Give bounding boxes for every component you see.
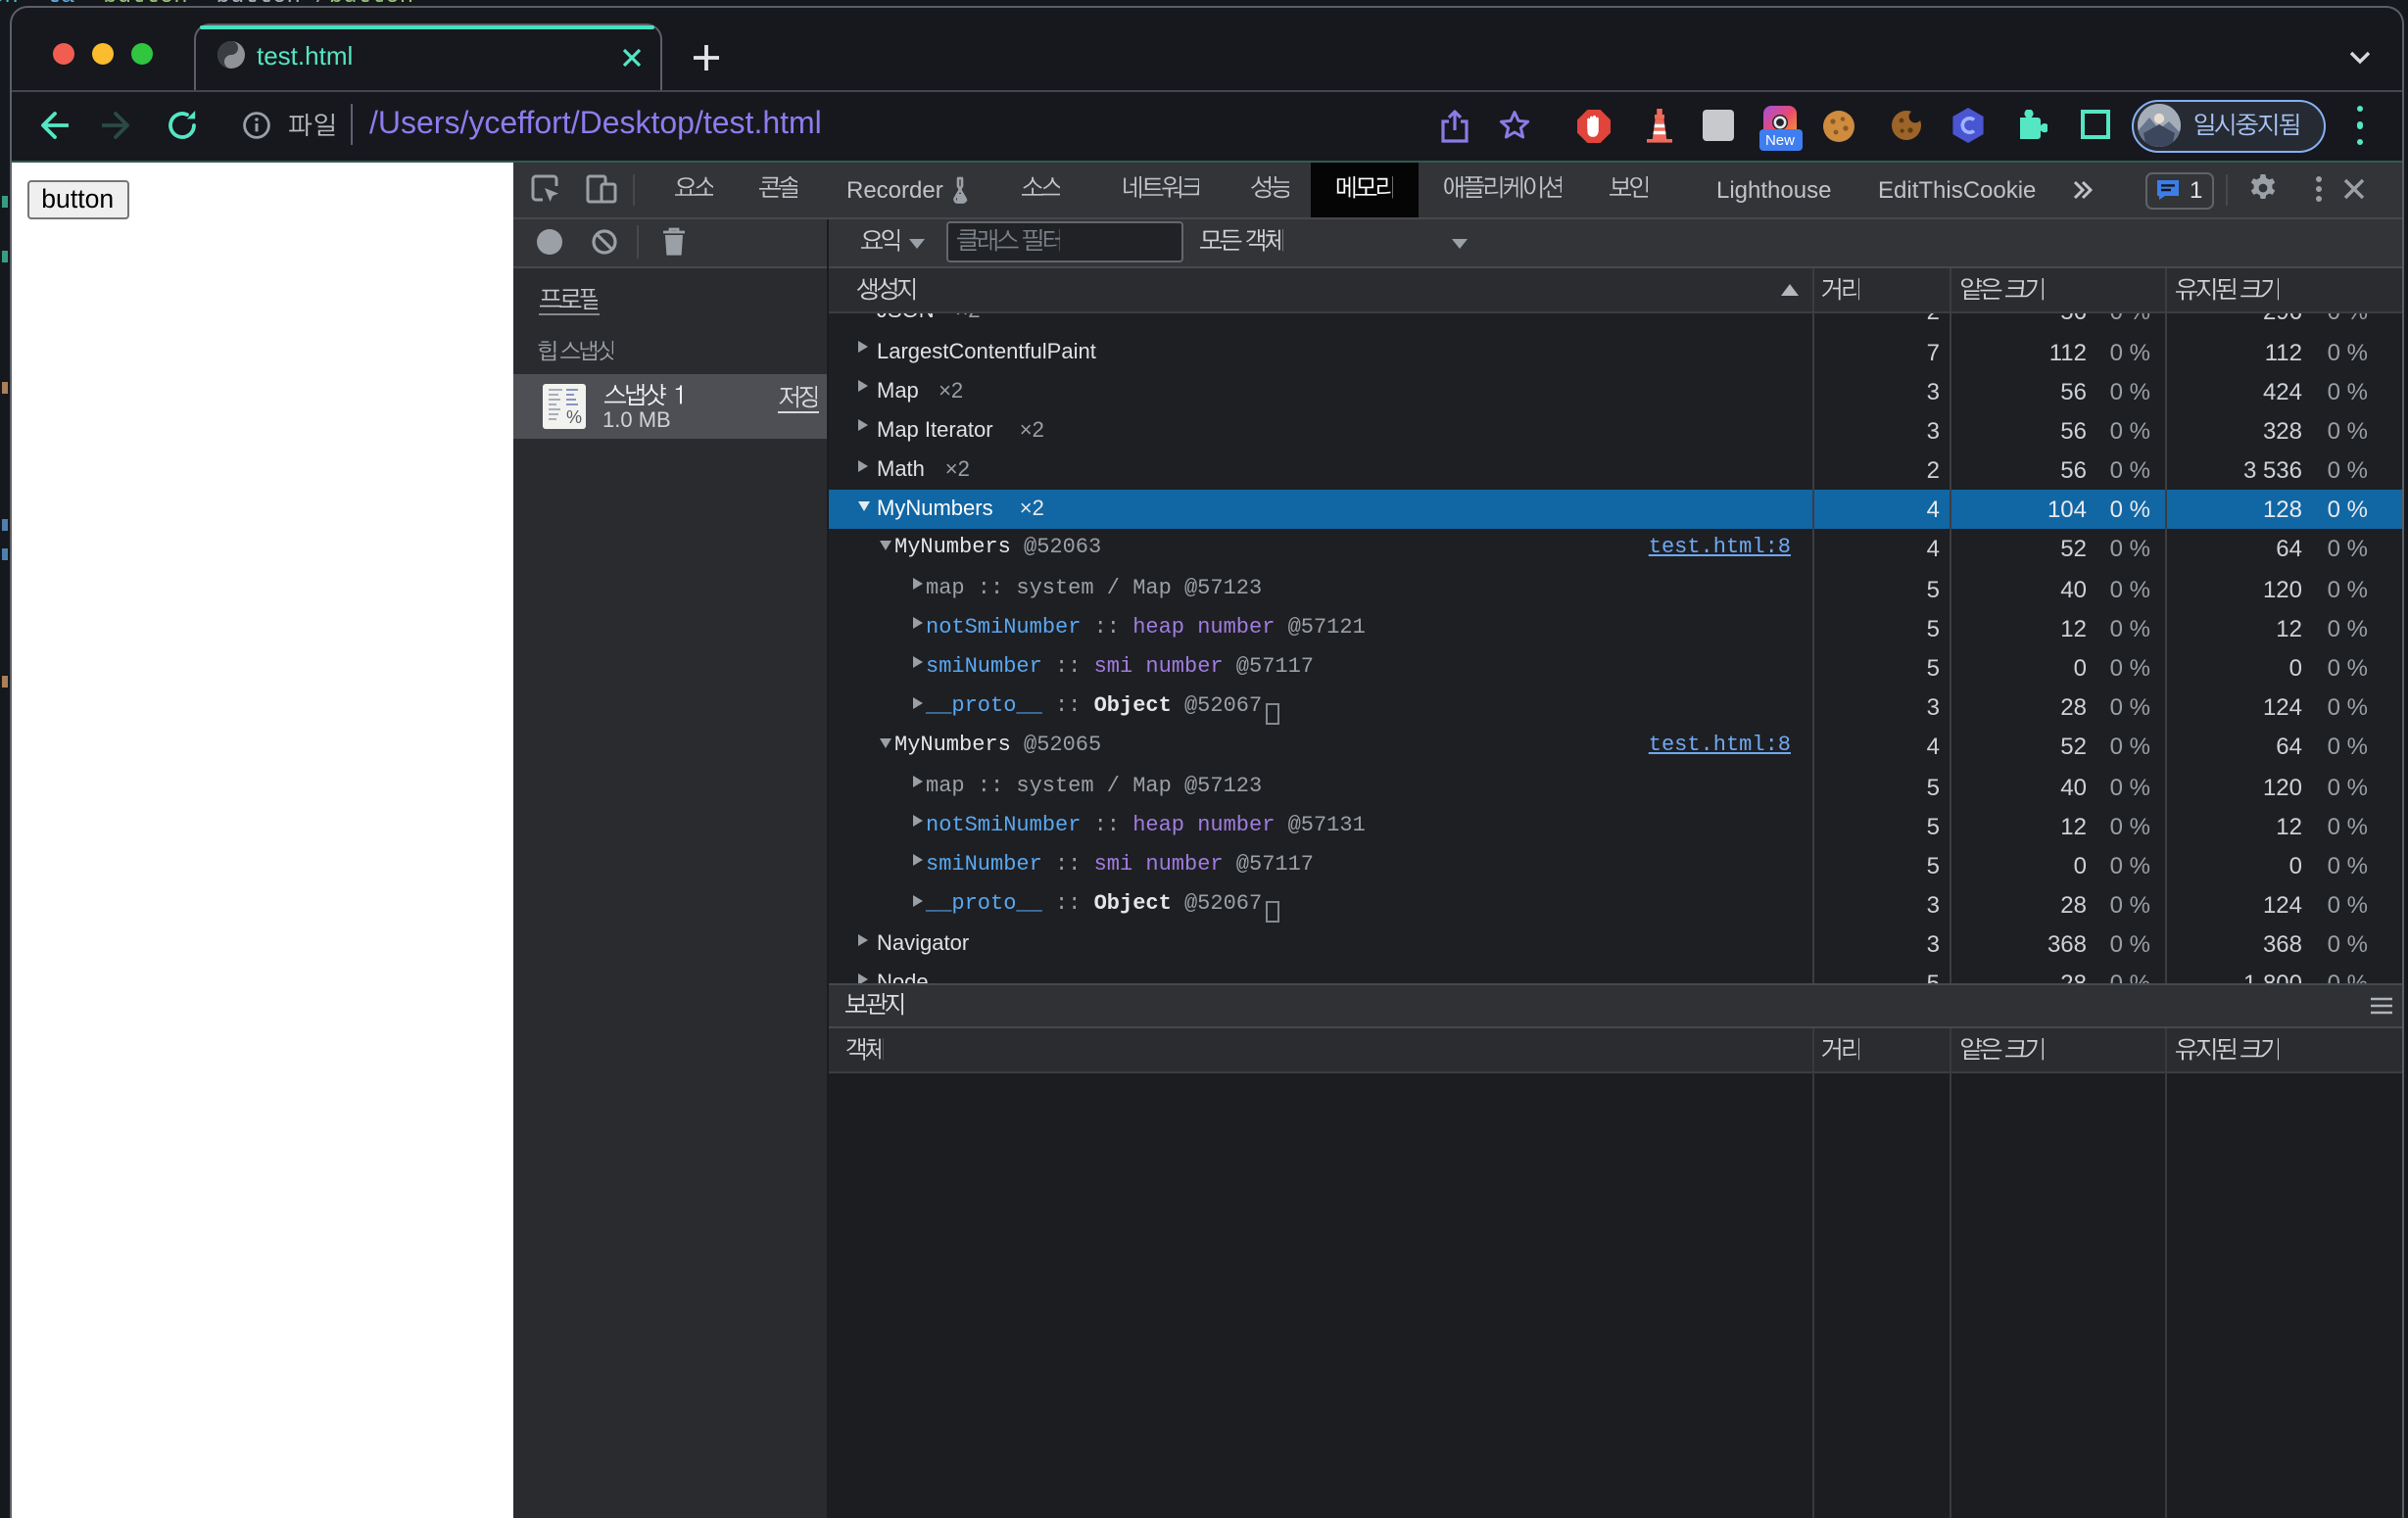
svg-text:%: % [565, 406, 581, 426]
